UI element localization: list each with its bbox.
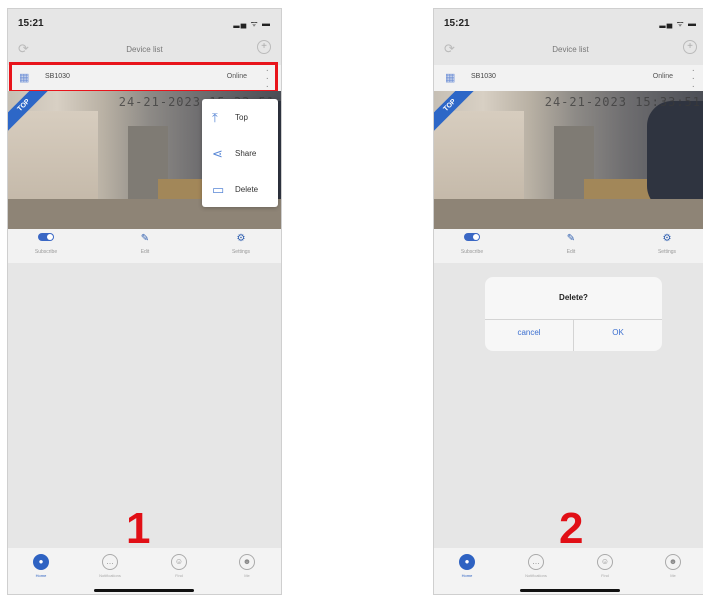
step-number: 2 (559, 504, 584, 553)
nav-bar: ⟳ Device list + (8, 31, 281, 65)
tab-find-label: Find (601, 573, 609, 578)
tab-find-label: Find (175, 573, 183, 578)
edit-button[interactable]: ✎ Edit (115, 233, 175, 255)
menu-item-top[interactable]: ⤒ Top (202, 99, 278, 135)
home-icon: ● (459, 554, 475, 570)
tab-find[interactable]: ☺ Find (154, 554, 204, 578)
status-time: 15:21 (18, 18, 44, 29)
tab-notifications-label: Notifications (99, 573, 121, 578)
tab-home-label: Home (35, 573, 47, 578)
nav-bar: ⟳ Device list + (434, 31, 703, 65)
subscribe-button[interactable]: Subscribe (442, 233, 502, 255)
subscribe-label: Subscribe (460, 249, 484, 255)
tab-me[interactable]: ☻ Me (222, 554, 272, 578)
settings-label: Settings (231, 249, 251, 255)
tab-home-label: Home (461, 573, 473, 578)
calendar-icon[interactable]: ▦ (445, 71, 455, 84)
camera-timestamp: 24-21-2023 15:33:51 (544, 95, 701, 109)
context-menu: ⤒ Top ⋖ Share ▭ Delete (202, 99, 278, 207)
gear-icon: ⚙ (662, 233, 672, 244)
status-icons: ▂▄ ᯤ ▬ (233, 19, 271, 28)
smiley-icon: ☺ (171, 554, 187, 570)
tab-notifications[interactable]: … Notifications (85, 554, 135, 578)
tab-me[interactable]: ☻ Me (648, 554, 698, 578)
status-bar: 15:21 ▂▄ ᯤ ▬ (434, 9, 703, 31)
phone-screenshot-2: 15:21 ▂▄ ᯤ ▬ ⟳ Device list + ▦ SB1030 On… (433, 8, 703, 595)
tab-home[interactable]: ● Home (16, 554, 66, 578)
pencil-icon: ✎ (566, 233, 576, 244)
page-title: Device list (126, 45, 163, 54)
settings-button[interactable]: ⚙ Settings (211, 233, 271, 255)
subscribe-button[interactable]: Subscribe (16, 233, 76, 255)
edit-label: Edit (140, 249, 150, 255)
gear-icon: ⚙ (236, 233, 246, 244)
subscribe-label: Subscribe (34, 249, 58, 255)
device-actions-bar: Subscribe ✎ Edit ⚙ Settings (434, 229, 703, 263)
camera-preview[interactable]: 24-21-2023 15:33:51 TOP (434, 91, 703, 229)
phone-screenshot-1: 15:21 ▂▄ ᯤ ▬ ⟳ Device list + ▦ SB1030 On… (7, 8, 282, 595)
message-icon: … (528, 554, 544, 570)
tab-notifications-label: Notifications (525, 573, 547, 578)
edit-button[interactable]: ✎ Edit (541, 233, 601, 255)
menu-label-share: Share (235, 149, 257, 158)
menu-label-top: Top (235, 113, 248, 122)
highlight-box (9, 62, 278, 93)
device-name: SB1030 (471, 73, 496, 80)
menu-item-delete[interactable]: ▭ Delete (202, 171, 278, 207)
smiley-icon: ☺ (597, 554, 613, 570)
pencil-icon: ✎ (140, 233, 150, 244)
user-icon: ☻ (239, 554, 255, 570)
device-status: Online (652, 73, 673, 80)
menu-item-share[interactable]: ⋖ Share (202, 135, 278, 171)
user-icon: ☻ (665, 554, 681, 570)
edit-label: Edit (566, 249, 576, 255)
share-icon: ⋖ (212, 146, 223, 161)
add-device-icon[interactable]: + (683, 40, 697, 54)
status-icons: ▂▄ ᯤ ▬ (659, 19, 697, 28)
tab-me-label: Me (244, 573, 250, 578)
more-options-icon[interactable]: · · · (692, 66, 695, 92)
tab-home[interactable]: ● Home (442, 554, 492, 578)
scene-floor (434, 199, 703, 229)
status-bar: 15:21 ▂▄ ᯤ ▬ (8, 9, 281, 31)
scene-pipe (647, 101, 703, 211)
settings-button[interactable]: ⚙ Settings (637, 233, 697, 255)
page-title: Device list (552, 45, 589, 54)
menu-label-delete: Delete (235, 185, 259, 194)
ok-button[interactable]: OK (574, 328, 662, 337)
status-time: 15:21 (444, 18, 470, 29)
home-indicator (520, 589, 620, 592)
device-actions-bar: Subscribe ✎ Edit ⚙ Settings (8, 229, 281, 263)
tab-find[interactable]: ☺ Find (580, 554, 630, 578)
tab-me-label: Me (670, 573, 676, 578)
add-device-icon[interactable]: + (257, 40, 271, 54)
home-indicator (94, 589, 194, 592)
toggle-icon[interactable] (38, 233, 54, 241)
step-number: 1 (126, 504, 151, 553)
dialog-title: Delete? (559, 293, 588, 302)
tab-bar: ● Home … Notifications ☺ Find ☻ Me (434, 548, 703, 594)
device-row[interactable]: ▦ SB1030 Online · · · (434, 65, 703, 92)
settings-label: Settings (657, 249, 677, 255)
pin-top-icon: ⤒ (212, 110, 218, 125)
delete-confirm-dialog: Delete? cancel OK (485, 277, 662, 351)
trash-icon: ▭ (212, 182, 225, 197)
message-icon: … (102, 554, 118, 570)
home-icon: ● (33, 554, 49, 570)
cancel-button[interactable]: cancel (485, 328, 573, 337)
tab-bar: ● Home … Notifications ☺ Find ☻ Me (8, 548, 281, 594)
tab-notifications[interactable]: … Notifications (511, 554, 561, 578)
toggle-icon[interactable] (464, 233, 480, 241)
